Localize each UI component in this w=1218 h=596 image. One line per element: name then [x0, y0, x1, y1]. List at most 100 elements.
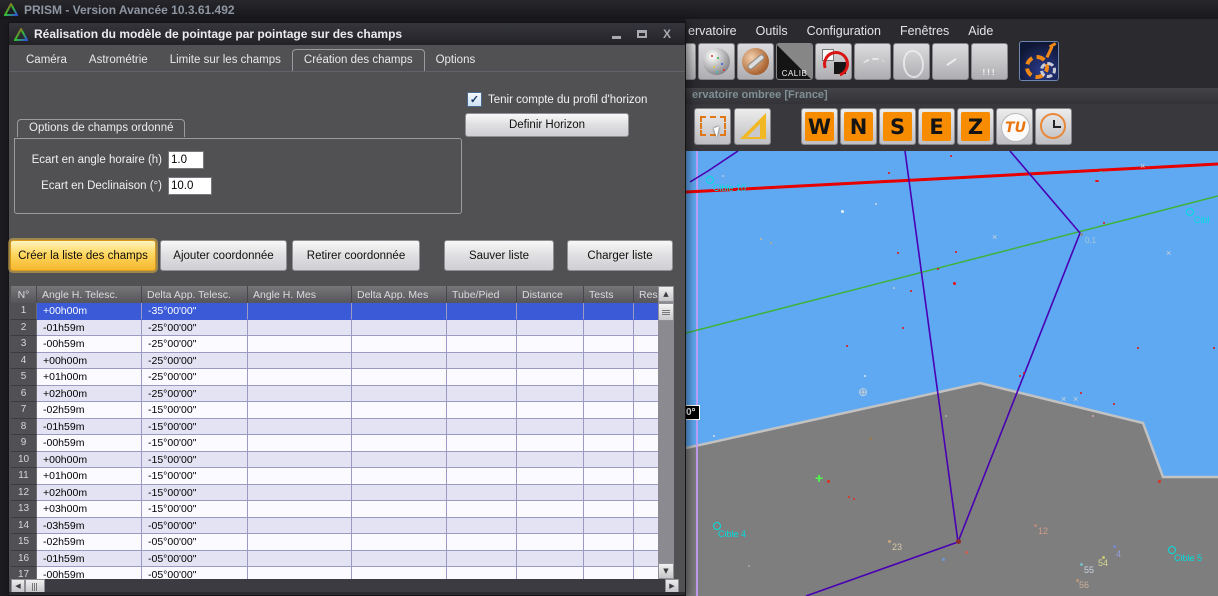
star-dot [864, 375, 866, 377]
menu-observatoire[interactable]: ervatoire [688, 24, 737, 38]
menu-outils[interactable]: Outils [756, 24, 788, 38]
close-icon[interactable]: X [663, 27, 671, 41]
curve-icon[interactable] [854, 43, 891, 80]
telescope-position-cross: + [815, 470, 823, 486]
scroll-up-button[interactable]: ▲ [658, 286, 674, 302]
toolbar-partial-icon[interactable] [686, 43, 696, 80]
col-header-distance[interactable]: Distance [517, 286, 584, 303]
prism-logo-icon [14, 28, 28, 41]
declination-step-input[interactable] [168, 177, 212, 195]
col-header-angle-telesc[interactable]: Angle H. Telesc. [37, 286, 142, 303]
set-square-button[interactable] [734, 108, 771, 145]
region-outline-icon[interactable] [893, 43, 930, 80]
prism-app: PRISM - Version Avancée 10.3.61.492 erva… [0, 0, 1218, 596]
dialog-titlebar[interactable]: Réalisation du modèle de pointage par po… [9, 23, 685, 45]
celestial-equator-line [686, 164, 1218, 192]
target-label-clipped: Cibl [1194, 215, 1210, 225]
table-row[interactable]: 10 +00h00m -15°00'00" [11, 452, 658, 469]
star-dot [1019, 375, 1021, 377]
table-row[interactable]: 15 -02h59m -05°00'00" [11, 534, 658, 551]
horizon-profile-checkbox[interactable]: ✓ [467, 92, 482, 107]
compass-east-button[interactable]: E [918, 108, 955, 145]
add-coordinate-button[interactable]: Ajouter coordonnée [160, 240, 287, 271]
table-row[interactable]: 12 +02h00m -15°00'00" [11, 485, 658, 502]
table-row[interactable]: 7 -02h59m -15°00'00" [11, 402, 658, 419]
star-dot [942, 558, 945, 561]
zenith-button[interactable]: Z [957, 108, 994, 145]
table-row[interactable]: 11 +01h00m -15°00'00" [11, 468, 658, 485]
tab-creation-champs[interactable]: Création des champs [292, 49, 425, 71]
star-dot [770, 242, 772, 244]
clock-button[interactable] [1035, 108, 1072, 145]
table-row[interactable]: 5 +01h00m -25°00'00" [11, 369, 658, 386]
menu-configuration[interactable]: Configuration [807, 24, 881, 38]
table-row[interactable]: 6 +02h00m -25°00'00" [11, 386, 658, 403]
tab-limite-champs[interactable]: Limite sur les champs [159, 50, 292, 71]
vertical-scroll-thumb[interactable] [658, 303, 674, 321]
menu-fenetres[interactable]: Fenêtres [900, 24, 949, 38]
tab-camera[interactable]: Caméra [15, 50, 78, 71]
compass-north-button[interactable]: N [840, 108, 877, 145]
col-header-tests[interactable]: Tests [584, 286, 634, 303]
scroll-left-button[interactable]: ◀ [11, 579, 25, 593]
clock-icon [1040, 113, 1066, 139]
sky-sphere-icon[interactable] [698, 43, 735, 80]
define-horizon-button[interactable]: Definir Horizon [465, 113, 629, 137]
selection-rectangle-button[interactable] [694, 108, 731, 145]
fields-table-body: 1 +00h00m -35°00'00" 2 -01h59m -25°00'00… [11, 303, 658, 579]
table-row[interactable]: 14 -03h59m -05°00'00" [11, 518, 658, 535]
col-header-delta-telesc[interactable]: Delta App. Telesc. [142, 286, 248, 303]
alerts-icon[interactable]: !!! [971, 43, 1008, 80]
horizontal-scroll-thumb[interactable] [25, 579, 45, 593]
automation-gears-icon[interactable] [1019, 41, 1059, 81]
fields-table-header: N° Angle H. Telesc. Delta App. Telesc. A… [11, 286, 658, 303]
sky-chart-canvas[interactable]: ××××× ⊕ + Cible 10 Cible 4 Cible 5 Cibl … [686, 151, 1218, 596]
main-titlebar: PRISM - Version Avancée 10.3.61.492 [0, 0, 1218, 19]
compass-south-button[interactable]: S [879, 108, 916, 145]
table-horizontal-scrollbar[interactable]: ◀ ▶ [11, 579, 679, 593]
col-header-delta-mes[interactable]: Delta App. Mes [352, 286, 447, 303]
tools-icon[interactable] [737, 43, 774, 80]
save-list-button[interactable]: Sauver liste [444, 240, 554, 271]
table-row[interactable]: 8 -01h59m -15°00'00" [11, 419, 658, 436]
table-row[interactable]: 13 +03h00m -15°00'00" [11, 501, 658, 518]
reticle-marker: ⊕ [858, 385, 868, 399]
load-list-button[interactable]: Charger liste [567, 240, 673, 271]
star-dot [841, 210, 844, 213]
tab-options[interactable]: Options [425, 50, 487, 71]
remove-coordinate-button[interactable]: Retirer coordonnée [292, 240, 420, 271]
table-row[interactable]: 2 -01h59m -25°00'00" [11, 320, 658, 337]
star-dot [1023, 372, 1025, 374]
sky-map-window: ervatoire ombree [France] W N S E Z TU [686, 88, 1218, 596]
map-toolbar: W N S E Z TU [686, 104, 1218, 151]
tab-astrometrie[interactable]: Astrométrie [78, 50, 159, 71]
table-vertical-scrollbar[interactable]: ▲ ▼ [658, 286, 674, 579]
hour-angle-step-input[interactable] [168, 151, 204, 169]
create-fields-list-button[interactable]: Créer la liste des champs [10, 240, 156, 271]
table-row[interactable]: 9 -00h59m -15°00'00" [11, 435, 658, 452]
table-row[interactable]: 1 +00h00m -35°00'00" [11, 303, 658, 320]
star-dot [713, 435, 715, 437]
compass-west-button[interactable]: W [801, 108, 838, 145]
scroll-right-button[interactable]: ▶ [665, 579, 679, 593]
scroll-down-button[interactable]: ▼ [658, 563, 674, 579]
calibration-icon[interactable]: CALIB [776, 43, 813, 80]
table-row[interactable]: 3 -00h59m -25°00'00" [11, 336, 658, 353]
col-header-n[interactable]: N° [11, 286, 37, 303]
col-header-angle-mes[interactable]: Angle H. Mes [248, 286, 352, 303]
table-row[interactable]: 4 +00h00m -25°00'00" [11, 353, 658, 370]
rotate-images-icon[interactable] [815, 43, 852, 80]
maximize-icon[interactable] [637, 30, 647, 38]
minimize-icon[interactable] [612, 36, 621, 39]
tu-label: TU [1005, 120, 1026, 136]
star-dot [846, 345, 848, 347]
main-title: PRISM - Version Avancée 10.3.61.492 [24, 3, 235, 17]
table-row[interactable]: 16 -01h59m -05°00'00" [11, 551, 658, 568]
table-row[interactable]: 17 -00h59m -05°00'00" [11, 567, 658, 579]
star-dot [937, 268, 939, 270]
menu-aide[interactable]: Aide [968, 24, 993, 38]
universal-time-button[interactable]: TU [996, 108, 1033, 145]
col-header-res[interactable]: Res. (p [634, 286, 658, 303]
segment-icon[interactable] [932, 43, 969, 80]
col-header-tube-pied[interactable]: Tube/Pied [447, 286, 517, 303]
